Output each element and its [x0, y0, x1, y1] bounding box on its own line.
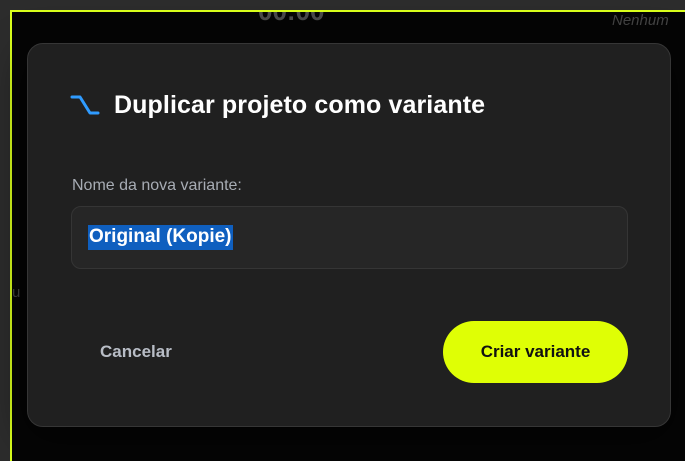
- app-window: 00:00 Nenhum u Duplicar projeto como var…: [0, 0, 685, 461]
- background-status-text: Nenhum: [612, 12, 669, 29]
- background-timer: 00:00: [258, 10, 325, 26]
- background-label-fragment: u: [12, 284, 21, 301]
- dialog-header: Duplicar projeto como variante: [70, 90, 485, 120]
- duplicate-variant-dialog: Duplicar projeto como variante Nome da n…: [27, 43, 671, 427]
- variant-name-value: Original (Kopie): [88, 225, 233, 250]
- cancel-button[interactable]: Cancelar: [86, 336, 186, 368]
- dialog-title: Duplicar projeto como variante: [114, 90, 486, 119]
- variant-name-input[interactable]: Original (Kopie): [71, 206, 628, 269]
- variant-branch-icon: [70, 95, 100, 115]
- create-variant-button[interactable]: Criar variante: [443, 321, 628, 383]
- variant-name-label: Nome da nova variante:: [72, 177, 242, 194]
